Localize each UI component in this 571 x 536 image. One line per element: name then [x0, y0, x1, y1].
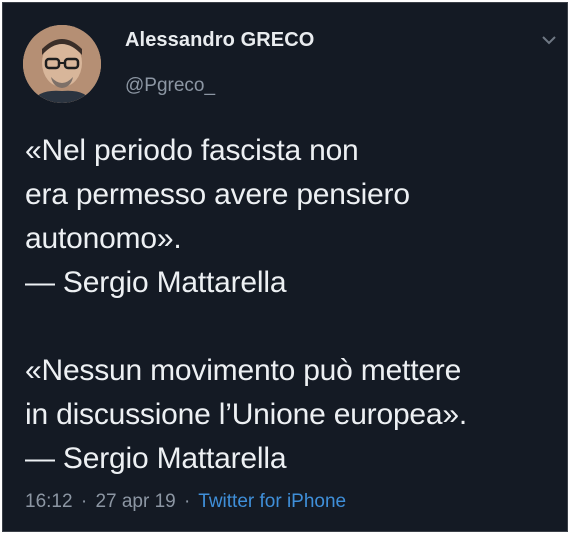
tweet-text-line: in discussione l’Unione europea».: [25, 398, 468, 431]
tweet-quote-2: «Nessun movimento può mettere in discuss…: [25, 349, 555, 481]
tweet-text-line: «Nessun movimento può mettere: [25, 354, 462, 387]
user-display-name[interactable]: Alessandro GRECO: [125, 29, 314, 52]
tweet-text-line: — Sergio Mattarella: [25, 442, 287, 475]
avatar-photo: [23, 25, 101, 103]
meta-separator: ·: [184, 491, 191, 512]
tweet-card: Alessandro GRECO @Pgreco_ «Nel periodo f…: [2, 2, 568, 532]
avatar[interactable]: [23, 25, 101, 103]
tweet-quote-1: «Nel periodo fascista non era permesso a…: [25, 129, 555, 305]
tweet-text-line: «Nel periodo fascista non: [25, 134, 359, 167]
tweet-date[interactable]: 27 apr 19: [95, 491, 175, 512]
tweet-source-link[interactable]: Twitter for iPhone: [198, 491, 346, 512]
tweet-text-line: era permesso avere pensiero: [25, 178, 410, 211]
meta-separator: ·: [80, 491, 88, 512]
user-handle[interactable]: @Pgreco_: [125, 75, 215, 97]
tweet-time[interactable]: 16:12: [25, 491, 73, 512]
tweet-text-line: autonomo».: [25, 222, 182, 255]
tweet-text-line: — Sergio Mattarella: [25, 266, 287, 299]
chevron-down-icon[interactable]: [541, 33, 557, 45]
tweet-meta: 16:12 · 27 apr 19 · Twitter for iPhone: [25, 491, 346, 513]
